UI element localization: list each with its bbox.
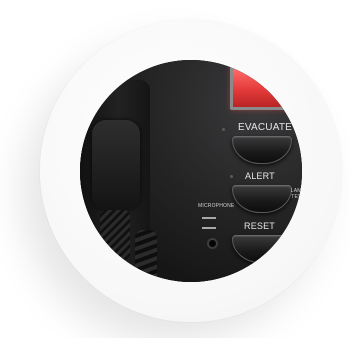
microphone-glyph-icon — [202, 217, 216, 229]
microphone-jack[interactable] — [207, 238, 218, 249]
microphone-label: MICROPHONE — [198, 203, 235, 209]
photo-stage: EVACUATE ALERT LAMP TEST MICROPHONE RESE… — [0, 0, 350, 338]
alert-led-dot — [230, 175, 233, 178]
lamp-test-label: LAMP TEST — [290, 188, 302, 200]
alert-label: ALERT — [245, 171, 275, 181]
evacuate-label: EVACUATE — [238, 122, 293, 133]
reset-label: RESET — [244, 221, 276, 231]
coiled-cord — [135, 230, 157, 282]
zoomed-device-photo: EVACUATE ALERT LAMP TEST MICROPHONE RESE… — [80, 60, 302, 282]
microphone-handset — [92, 120, 140, 210]
evacuate-led-dot — [222, 128, 225, 131]
red-indicator-light — [230, 66, 294, 110]
speaker-grille — [100, 210, 130, 260]
